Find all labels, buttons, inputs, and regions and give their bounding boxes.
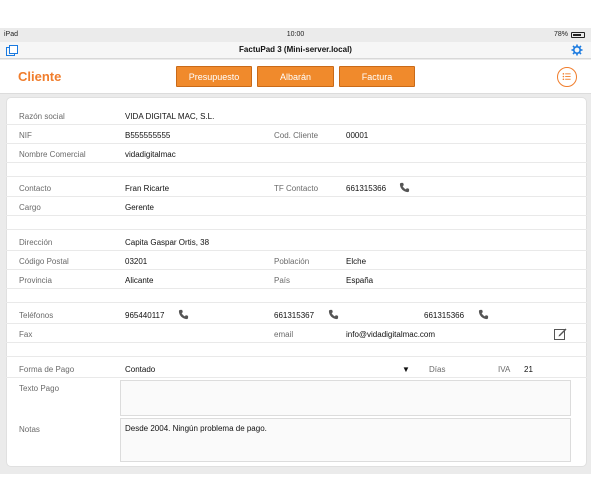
label-iva: IVA xyxy=(498,365,511,374)
phone-icon[interactable] xyxy=(328,309,339,320)
field-nif[interactable]: B555555555 xyxy=(125,131,170,140)
row-spacer xyxy=(6,216,587,230)
toolbar: Cliente Presupuesto Albarán Factura xyxy=(0,60,591,94)
dropdown-arrow-icon[interactable]: ▼ xyxy=(402,365,410,374)
label-forma-pago: Forma de Pago xyxy=(19,365,75,374)
row-contacto: Contacto Fran Ricarte TF Contacto 661315… xyxy=(6,178,587,197)
field-provincia[interactable]: Alicante xyxy=(125,276,153,285)
row-provincia: Provincia Alicante País España xyxy=(6,270,587,289)
row-spacer xyxy=(6,343,587,357)
label-nombre-comercial: Nombre Comercial xyxy=(19,150,86,159)
row-spacer xyxy=(6,163,587,177)
field-telefono-3[interactable]: 661315366 xyxy=(424,311,464,320)
field-tf-contacto[interactable]: 661315366 xyxy=(346,184,386,193)
field-razon-social[interactable]: VIDA DIGITAL MAC, S.L. xyxy=(125,112,214,121)
gear-icon[interactable] xyxy=(571,44,583,56)
battery-percent: 78% xyxy=(553,31,568,38)
row-direccion: Dirección Capita Gaspar Ortis, 38 xyxy=(6,232,587,251)
label-nif: NIF xyxy=(19,131,32,140)
menu-list-icon xyxy=(562,73,571,81)
battery-icon xyxy=(571,31,585,38)
field-nombre-comercial[interactable]: vidadigitalmac xyxy=(125,150,176,159)
phone-icon[interactable] xyxy=(178,309,189,320)
row-cargo: Cargo Gerente xyxy=(6,197,587,216)
field-cargo[interactable]: Gerente xyxy=(125,203,154,212)
label-direccion: Dirección xyxy=(19,238,53,247)
label-tf-contacto: TF Contacto xyxy=(274,184,319,193)
field-telefono-2[interactable]: 661315367 xyxy=(274,311,314,320)
presupuesto-button[interactable]: Presupuesto xyxy=(176,66,252,87)
textarea-notas[interactable]: Desde 2004. Ningún problema de pago. xyxy=(120,418,571,462)
field-iva[interactable]: 21 xyxy=(524,365,533,374)
label-codigo-postal: Código Postal xyxy=(19,257,69,266)
label-pais: País xyxy=(274,276,291,285)
label-provincia: Provincia xyxy=(19,276,52,285)
select-forma-pago[interactable]: Contado xyxy=(125,365,155,374)
field-pais[interactable]: España xyxy=(346,276,373,285)
label-poblacion: Población xyxy=(274,257,310,266)
label-texto-pago: Texto Pago xyxy=(19,384,60,393)
clock: 10:00 xyxy=(286,31,305,38)
phone-icon[interactable] xyxy=(399,182,410,193)
label-email: email xyxy=(274,330,294,339)
textarea-texto-pago[interactable] xyxy=(120,380,571,416)
label-notas: Notas xyxy=(19,425,40,434)
phone-icon[interactable] xyxy=(478,309,489,320)
row-telefonos: Teléfonos 965440117 661315367 661315366 xyxy=(6,305,587,324)
menu-button[interactable] xyxy=(557,67,577,87)
row-razon-social: Razón social VIDA DIGITAL MAC, S.L. xyxy=(6,106,587,125)
label-contacto: Contacto xyxy=(19,184,52,193)
factura-button[interactable]: Factura xyxy=(339,66,415,87)
row-forma-pago: Forma de Pago Contado ▼ Días IVA 21 xyxy=(6,359,587,378)
label-razon-social: Razón social xyxy=(19,112,65,121)
nav-title: FactuPad 3 (Mini-server.local) xyxy=(239,45,352,54)
edit-icon[interactable] xyxy=(554,327,567,340)
label-cod-cliente: Cod. Cliente xyxy=(274,131,319,140)
field-telefono-1[interactable]: 965440117 xyxy=(125,311,164,320)
screen-title: Cliente xyxy=(18,69,62,84)
field-email[interactable]: info@vidadigitalmac.com xyxy=(346,330,435,339)
albaran-button[interactable]: Albarán xyxy=(257,66,334,87)
status-bar: iPad 10:00 78% xyxy=(0,28,591,42)
field-codigo-postal[interactable]: 03201 xyxy=(125,257,147,266)
field-cod-cliente[interactable]: 00001 xyxy=(346,131,368,140)
row-codigo-postal: Código Postal 03201 Población Elche xyxy=(6,251,587,270)
field-direccion[interactable]: Capita Gaspar Ortis, 38 xyxy=(125,238,209,247)
label-telefonos: Teléfonos xyxy=(19,311,54,320)
label-cargo: Cargo xyxy=(19,203,41,212)
row-nombre-comercial: Nombre Comercial vidadigitalmac xyxy=(6,144,587,163)
label-fax: Fax xyxy=(19,330,33,339)
row-spacer xyxy=(6,289,587,303)
field-contacto[interactable]: Fran Ricarte xyxy=(125,184,169,193)
nav-bar: FactuPad 3 (Mini-server.local) xyxy=(0,42,591,59)
status-right: 78% xyxy=(554,31,585,38)
row-nif: NIF B555555555 Cod. Cliente 00001 xyxy=(6,125,587,144)
label-dias: Días xyxy=(429,365,446,374)
row-fax: Fax email info@vidadigitalmac.com xyxy=(6,324,587,343)
field-poblacion[interactable]: Elche xyxy=(346,257,366,266)
